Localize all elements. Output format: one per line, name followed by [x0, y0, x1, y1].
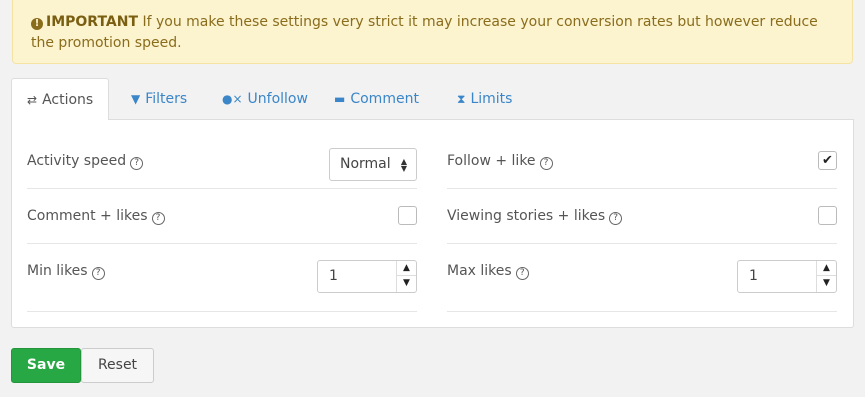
- tab-comment[interactable]: ▬ Comment: [334, 78, 419, 120]
- filter-icon: ▼: [131, 92, 141, 106]
- min-likes-label: Min likes?: [27, 244, 105, 299]
- help-icon[interactable]: ?: [515, 267, 529, 280]
- activity-speed-row: Activity speed? Normal ▲ ▼: [27, 134, 417, 189]
- exclamation-circle-icon: !: [31, 18, 43, 30]
- user-times-icon: ●×: [222, 92, 243, 106]
- help-icon[interactable]: ?: [151, 212, 165, 225]
- settings-tabs: ⇄ Actions ▼ Filters ●× Unfollow ▬ Comment ⧗ L…: [11, 78, 854, 121]
- comment-icon: ▬: [334, 92, 346, 106]
- min-likes-row: Min likes? 1 ▲ ▼: [27, 244, 417, 312]
- activity-speed-label: Activity speed?: [27, 134, 144, 189]
- help-icon[interactable]: ?: [130, 157, 144, 170]
- comment-likes-checkbox[interactable]: [398, 206, 417, 225]
- save-button[interactable]: Save: [11, 348, 81, 383]
- viewing-stories-label: Viewing stories + likes?: [447, 189, 623, 244]
- min-likes-spinner[interactable]: ▲ ▼: [396, 261, 416, 292]
- chevron-down-icon[interactable]: ▼: [397, 276, 416, 291]
- follow-like-row: Follow + like? ✔: [447, 134, 837, 189]
- sort-arrows-icon: ▲ ▼: [400, 157, 407, 173]
- tab-actions[interactable]: ⇄ Actions: [11, 78, 110, 121]
- max-likes-label: Max likes?: [447, 244, 529, 299]
- help-icon[interactable]: ?: [539, 157, 553, 170]
- exchange-icon: ⇄: [27, 93, 38, 107]
- check-icon: ✔: [822, 153, 833, 168]
- help-icon[interactable]: ?: [609, 212, 623, 225]
- chevron-up-icon[interactable]: ▲: [817, 261, 836, 276]
- tab-limits[interactable]: ⧗ Limits: [457, 78, 512, 120]
- viewing-stories-row: Viewing stories + likes?: [447, 189, 837, 244]
- comment-likes-row: Comment + likes?: [27, 189, 417, 244]
- max-likes-spinner[interactable]: ▲ ▼: [816, 261, 836, 292]
- alert-text: If you make these settings very strict i…: [31, 14, 818, 51]
- max-likes-row: Max likes? 1 ▲ ▼: [447, 244, 837, 312]
- follow-like-checkbox[interactable]: ✔: [818, 151, 837, 170]
- help-icon[interactable]: ?: [91, 267, 105, 280]
- tab-unfollow[interactable]: ●× Unfollow: [222, 78, 308, 120]
- activity-speed-select[interactable]: Normal ▲ ▼: [329, 148, 417, 181]
- follow-like-label: Follow + like?: [447, 134, 553, 189]
- chevron-up-icon[interactable]: ▲: [397, 261, 416, 276]
- reset-button[interactable]: Reset: [81, 348, 154, 383]
- important-alert: ! IMPORTANT If you make these settings ve…: [12, 0, 853, 64]
- chevron-down-icon[interactable]: ▼: [817, 276, 836, 291]
- viewing-stories-checkbox[interactable]: [818, 206, 837, 225]
- comment-likes-label: Comment + likes?: [27, 189, 165, 244]
- tab-filters[interactable]: ▼ Filters: [131, 78, 187, 120]
- hourglass-icon: ⧗: [457, 92, 466, 106]
- min-likes-input[interactable]: 1 ▲ ▼: [317, 260, 417, 293]
- alert-strong: IMPORTANT: [46, 14, 139, 30]
- actions-panel: Activity speed? Normal ▲ ▼ Comment + like…: [11, 120, 854, 328]
- max-likes-input[interactable]: 1 ▲ ▼: [737, 260, 837, 293]
